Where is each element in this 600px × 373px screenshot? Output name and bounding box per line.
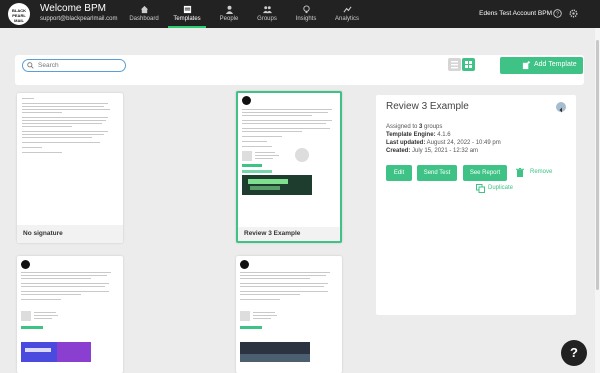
nav-groups[interactable]: Groups [252,0,282,28]
duplicate-button[interactable]: Duplicate [488,185,513,191]
send-test-button[interactable]: Send Test [417,165,457,181]
search-input[interactable] [22,59,126,72]
template-card[interactable]: No signature [17,93,123,243]
brand-logo[interactable]: BLACK PEARL MAIL [8,3,30,25]
last-updated: Last updated: August 24, 2022 - 10:49 pm [386,140,501,146]
scrollbar-thumb[interactable] [596,40,599,290]
add-template-button[interactable]: Add Template [500,57,583,74]
lightbulb-icon [302,5,310,14]
template-name: Review 3 Example [244,230,301,237]
template-card[interactable] [17,256,123,373]
groups-icon [262,6,272,14]
help-chat-button[interactable]: ? [561,340,587,366]
nav-groups-label: Groups [257,16,277,22]
account-email: support@blackpearlmail.com [40,16,118,22]
template-detail-panel: Review 3 Example Assigned to 3 groups Te… [376,95,576,315]
template-card[interactable] [236,256,342,373]
grid-view-icon [465,61,472,68]
nav-insights-label: Insights [295,16,317,22]
templates-icon [183,5,191,14]
nav-dashboard-label: Dashboard [129,16,159,22]
template-card-footer: No signature [17,225,123,243]
nav-people-label: People [219,16,239,22]
remove-button[interactable]: Remove [530,169,552,175]
welcome-title: Welcome BPM [40,3,106,14]
analytics-icon [342,6,352,13]
svg-text:?: ? [556,12,559,18]
nav-analytics-label: Analytics [334,16,359,22]
detail-title: Review 3 Example [386,101,469,112]
top-navbar: BLACK PEARL MAIL Welcome BPM support@bla… [0,0,600,28]
logo-text: BLACK PEARL MAIL [12,8,26,23]
person-icon [225,5,233,14]
add-template-icon [522,61,531,70]
edit-button[interactable]: Edit [386,165,412,181]
add-template-label: Add Template [534,61,577,68]
home-icon [140,5,148,14]
nav-analytics[interactable]: Analytics [330,0,364,28]
list-view-button[interactable] [448,58,461,71]
list-view-icon [451,61,458,69]
chevron-left-icon [559,107,562,113]
account-name[interactable]: Edens Test Account BPM [479,10,552,17]
assigned-groups: Assigned to 3 groups [386,124,443,130]
template-name: No signature [23,230,63,237]
template-card-selected[interactable]: Review 3 Example [236,91,342,243]
gear-icon[interactable] [569,9,578,18]
grid-view-button[interactable] [462,58,475,71]
nav-templates-label: Templates [173,16,201,22]
toolbar-panel: Add Template [15,55,584,85]
template-card-footer: Review 3 Example [238,227,340,241]
collapse-panel-button[interactable] [556,102,566,113]
nav-dashboard[interactable]: Dashboard [126,0,162,28]
nav-insights[interactable]: Insights [290,0,322,28]
template-engine: Template Engine: 4.1.6 [386,132,451,138]
see-report-button[interactable]: See Report [463,165,507,181]
search-icon [27,62,34,69]
nav-templates[interactable]: Templates [168,0,206,28]
nav-people[interactable]: People [214,0,244,28]
trash-icon[interactable] [516,168,524,177]
help-circle-icon[interactable]: ? [553,9,562,18]
duplicate-icon[interactable] [476,184,485,193]
created-date: Created: July 15, 2021 - 12:32 am [386,148,479,154]
